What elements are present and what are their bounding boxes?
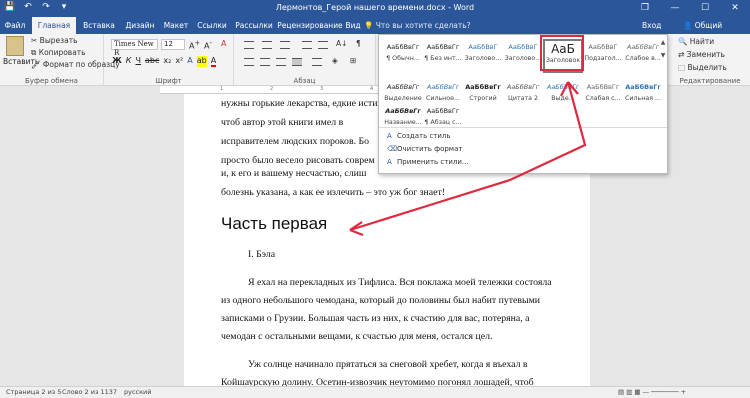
status-bar: Страница 2 из 5 Слово 2 из 1137 русский … xyxy=(0,386,750,398)
word-count[interactable]: Слово 2 из 1137 xyxy=(62,388,117,396)
annotation-arrow-line xyxy=(349,81,587,232)
page-count[interactable]: Страница 2 из 5 xyxy=(6,388,61,396)
annotation-highlight-box xyxy=(540,35,584,71)
language-indicator[interactable]: русский xyxy=(124,388,152,396)
view-buttons[interactable]: ▤ ▥ ▦ — ─────── + xyxy=(618,388,686,396)
annotation-arrows xyxy=(349,35,587,237)
